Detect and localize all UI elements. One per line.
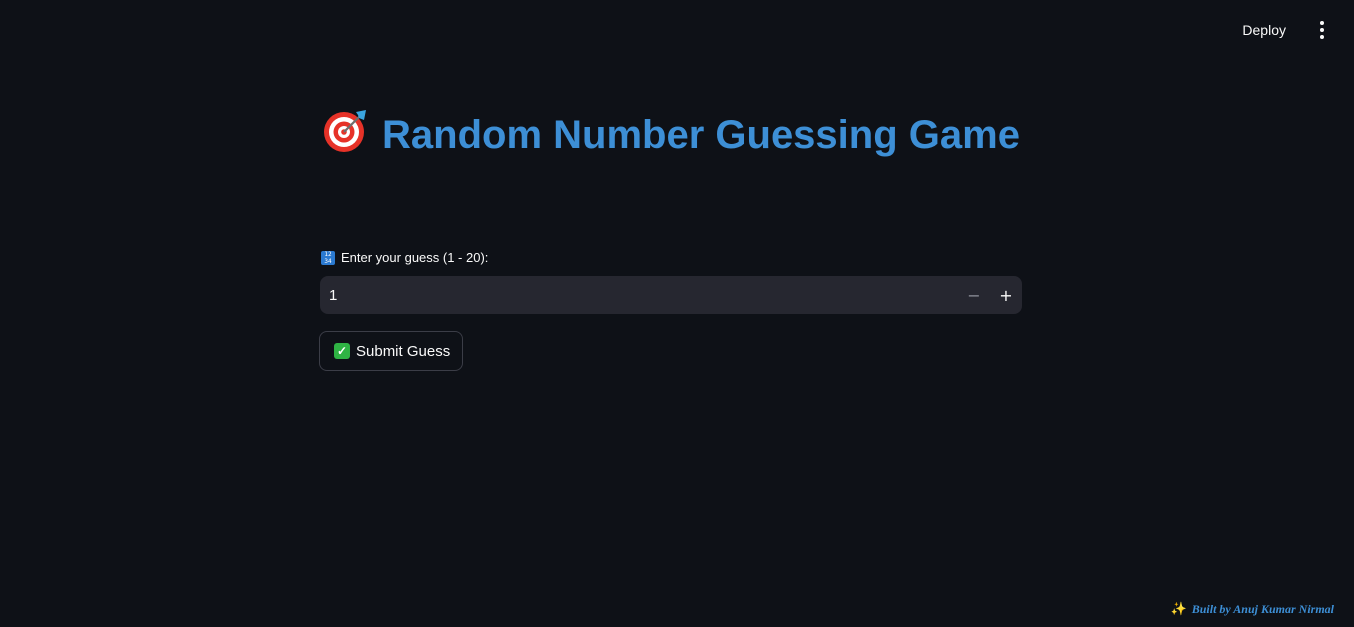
guess-input-field[interactable] [320, 285, 958, 305]
decrement-button[interactable]: − [958, 276, 990, 314]
submit-guess-label: Submit Guess [356, 342, 451, 360]
page-title-text: Random Number Guessing Game [382, 113, 1020, 157]
footer-credit-text: Built by Anuj Kumar Nirmal [1191, 601, 1334, 616]
footer-credit: ✨ Built by Anuj Kumar Nirmal [1171, 601, 1334, 617]
submit-guess-button[interactable]: ✓ Submit Guess [319, 331, 464, 371]
guess-input-label-text: Enter your guess (1 - 20): [341, 250, 489, 265]
header-toolbar: Deploy [1234, 14, 1332, 46]
guess-number-input: − + [320, 276, 1022, 314]
sparkles-icon: ✨ [1170, 601, 1187, 616]
deploy-button[interactable]: Deploy [1234, 18, 1294, 42]
check-mark-icon: ✓ [334, 343, 350, 359]
guess-input-label: 12 34 Enter your guess (1 - 20): [321, 250, 488, 265]
app-root: Deploy Random Number Guessing Game 12 34 … [0, 0, 1354, 627]
page-title: Random Number Guessing Game [320, 106, 1022, 168]
increment-button[interactable]: + [990, 276, 1022, 314]
numbers-icon: 12 34 [321, 250, 335, 265]
kebab-menu-icon[interactable] [1312, 16, 1332, 44]
target-icon [322, 106, 370, 168]
